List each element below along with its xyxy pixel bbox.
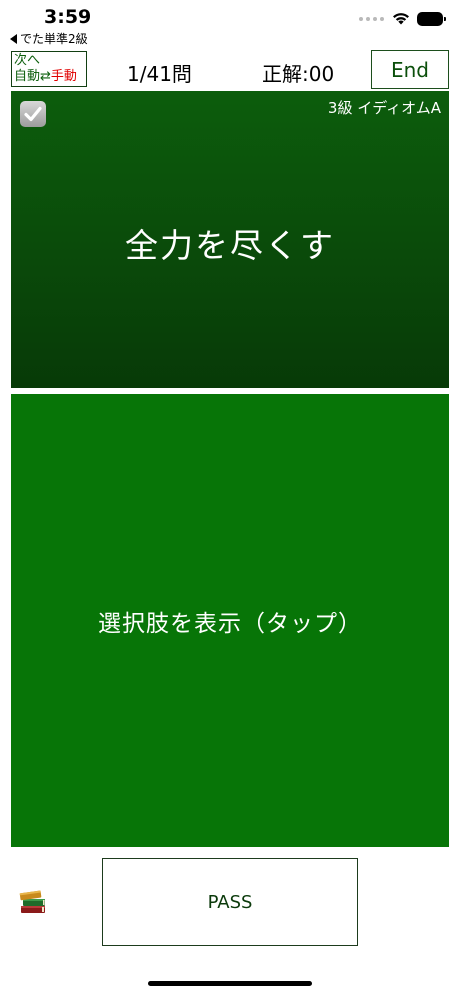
correct-score: 正解:00 — [262, 62, 335, 86]
mode-auto-label: 自動 — [14, 69, 41, 84]
end-button[interactable]: End — [371, 50, 449, 89]
bookmark-checkbox[interactable] — [20, 101, 46, 127]
status-time: 3:59 — [44, 6, 92, 28]
back-to-app-link[interactable]: でた単準2級 — [10, 30, 88, 47]
back-app-label: でた単準2級 — [20, 32, 88, 46]
status-bar: 3:59 でた単準2級 — [0, 0, 460, 46]
level-category-label: 3級 イディオムA — [327, 99, 441, 117]
show-choices-prompt: 選択肢を表示（タップ） — [98, 611, 362, 637]
question-text: 全力を尽くす — [125, 226, 335, 265]
question-card: 3級 イディオムA 全力を尽くす — [11, 91, 449, 388]
question-progress: 1/41問 — [127, 62, 192, 86]
cellular-signal-icon — [359, 16, 384, 21]
checkmark-icon — [24, 106, 42, 122]
status-indicators — [359, 12, 446, 25]
pass-button[interactable]: PASS — [102, 858, 358, 946]
swap-arrows-icon: ⇄ — [40, 69, 51, 84]
auto-manual-toggle-button[interactable]: 次へ 自動⇄手動 — [11, 51, 87, 87]
show-choices-panel[interactable]: 選択肢を表示（タップ） — [11, 394, 449, 847]
home-indicator[interactable] — [148, 981, 312, 986]
mode-next-label: 次へ — [14, 53, 41, 68]
back-arrow-icon — [10, 33, 17, 44]
wifi-icon — [393, 13, 409, 25]
mode-manual-label: 手動 — [50, 69, 77, 84]
mode-state: 自動⇄手動 — [14, 69, 84, 85]
battery-icon — [418, 12, 446, 25]
books-icon[interactable] — [18, 886, 48, 916]
